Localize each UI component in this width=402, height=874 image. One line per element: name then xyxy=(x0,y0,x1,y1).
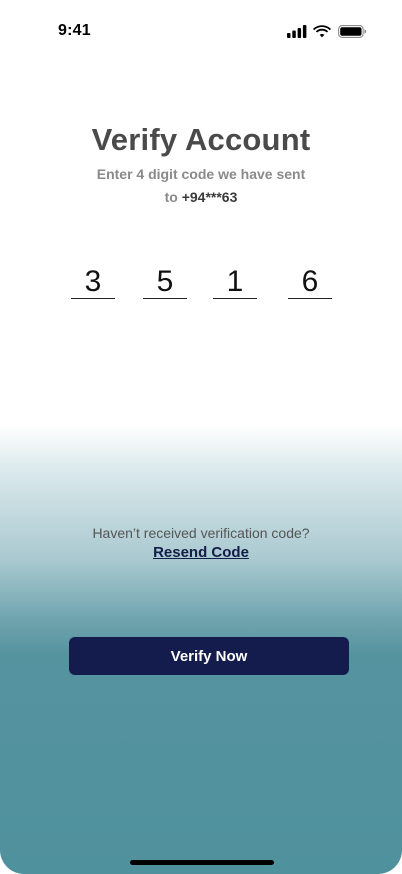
home-indicator[interactable] xyxy=(130,860,274,865)
code-digit-input-1[interactable]: 3 xyxy=(71,266,115,299)
page-title: Verify Account xyxy=(91,122,311,157)
instruction-text-phone-line: to +94***63 xyxy=(0,189,402,205)
masked-phone-number: +94***63 xyxy=(181,189,238,205)
cellular-signal-icon xyxy=(287,25,307,38)
wifi-icon xyxy=(313,25,331,38)
code-digit-input-3[interactable]: 1 xyxy=(213,266,257,299)
resend-prompt: Haven’t received verification code? xyxy=(92,525,310,541)
status-time: 9:41 xyxy=(58,22,91,39)
code-digit-input-4[interactable]: 6 xyxy=(288,266,332,299)
code-digit-input-2[interactable]: 5 xyxy=(143,266,187,299)
status-bar: 9:41 xyxy=(0,0,402,64)
resend-code-link[interactable]: Resend Code xyxy=(0,544,402,561)
verify-account-screen: 9:41 Verify Account Enter 4 digit code w… xyxy=(0,0,402,874)
verify-now-button[interactable]: Verify Now xyxy=(69,637,349,675)
battery-icon xyxy=(338,25,367,38)
instruction-text: Enter 4 digit code we have sent xyxy=(96,166,306,182)
instruction-prefix: to xyxy=(164,189,182,205)
